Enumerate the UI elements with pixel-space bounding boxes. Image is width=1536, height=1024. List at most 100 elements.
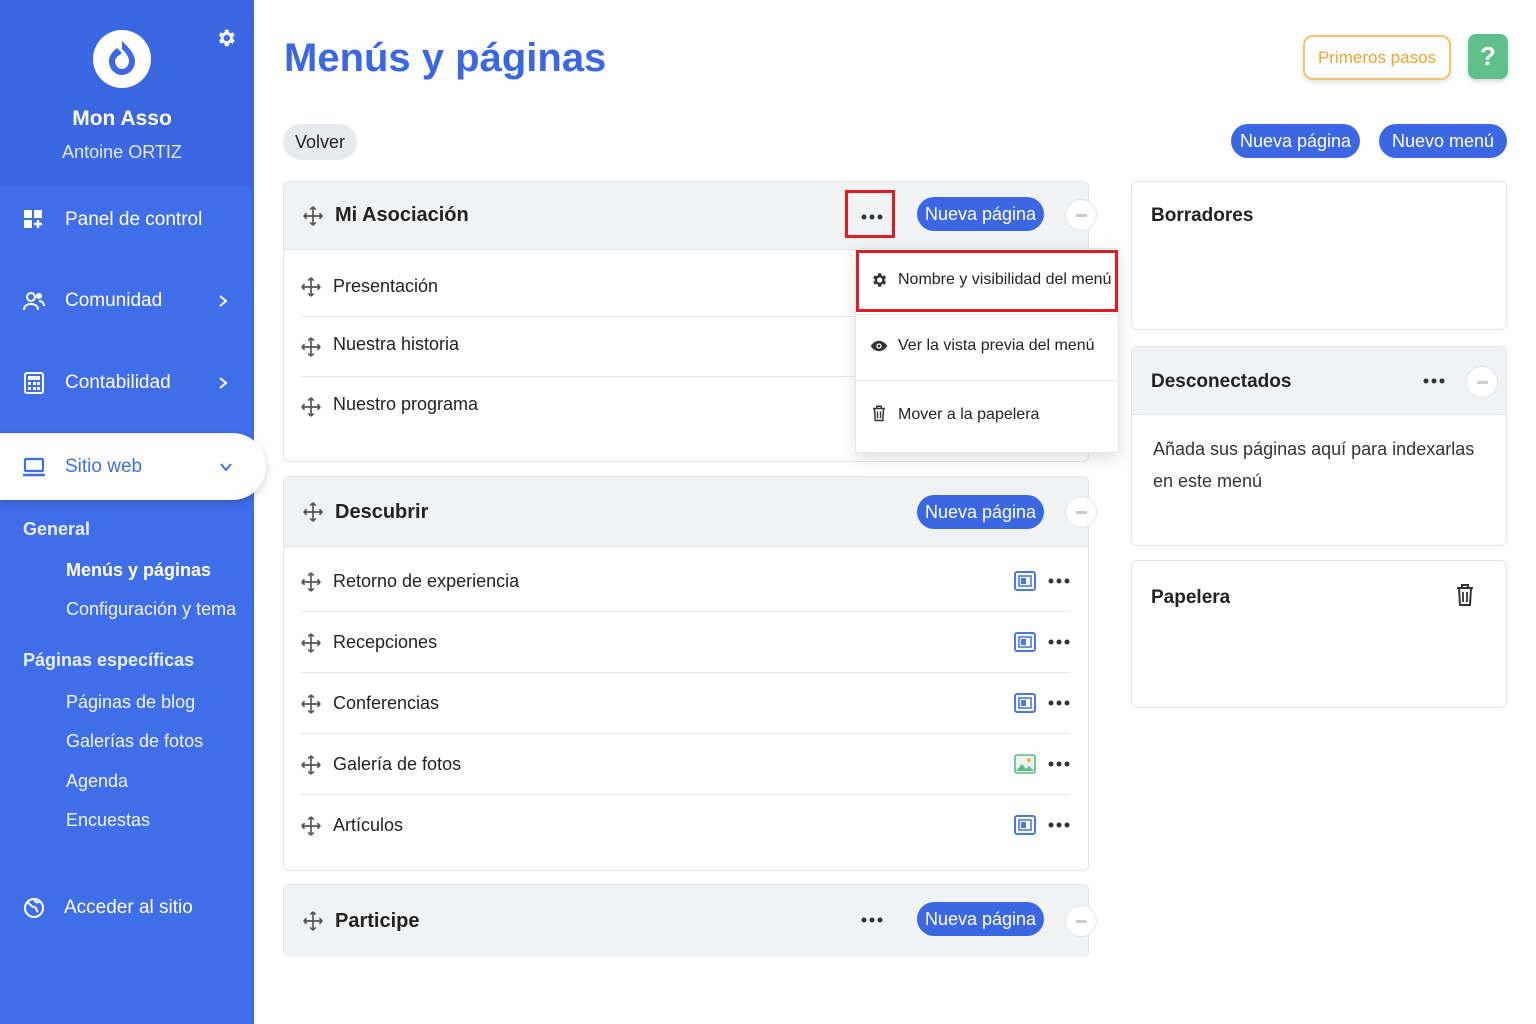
more-options-icon[interactable] (1046, 637, 1072, 647)
page-label: Conferencias (333, 693, 440, 713)
monitor-icon (23, 457, 45, 476)
collapse-panel-button[interactable] (1466, 366, 1498, 398)
page-label: Galería de fotos (333, 754, 462, 774)
trash-icon[interactable] (1455, 583, 1475, 607)
dashboard-icon (24, 210, 42, 228)
nav-label-accounting: Contabilidad (65, 372, 171, 393)
page-title: Menús y páginas (284, 36, 607, 80)
brand-logo-icon[interactable] (93, 30, 151, 88)
dropdown-label: Mover a la papelera (898, 406, 1040, 423)
drag-handle-icon[interactable] (300, 754, 322, 776)
page-layout-icon (1014, 815, 1036, 835)
menu-new-page-button[interactable]: Nueva página (917, 197, 1044, 231)
page-label: Artículos (333, 815, 404, 835)
disconnected-title: Desconectados (1151, 371, 1292, 392)
menu-card-header: Participe Nueva página (284, 885, 1097, 957)
drag-handle-icon[interactable] (300, 571, 322, 593)
submenu-item-config-theme[interactable]: Configuración y tema (66, 599, 236, 620)
nav-label-community: Comunidad (65, 290, 163, 311)
help-button[interactable]: ? (1468, 34, 1508, 79)
drag-handle-icon[interactable] (300, 815, 322, 837)
page-label: Recepciones (333, 632, 438, 652)
nav-item-access-site[interactable]: Acceder al sitio (0, 878, 254, 938)
menu-new-page-button[interactable]: Nueva página (917, 902, 1044, 936)
page-label: Presentación (333, 276, 439, 296)
nav-label-access-site: Acceder al sitio (64, 897, 193, 918)
drag-handle-icon[interactable] (302, 205, 324, 227)
trash-panel: Papelera (1131, 560, 1507, 708)
disconnected-header: Desconectados (1132, 347, 1506, 415)
nav-label-dashboard: Panel de control (65, 209, 203, 230)
nav-label-website: Sitio web (65, 455, 143, 477)
submenu-item-galleries[interactable]: Galerías de fotos (66, 731, 203, 752)
page-label: Nuestra historia (333, 334, 460, 354)
page-layout-icon (1014, 571, 1036, 591)
submenu-item-agenda[interactable]: Agenda (66, 771, 128, 792)
chevron-right-icon (219, 377, 228, 389)
collapse-menu-button[interactable] (1065, 199, 1097, 231)
drafts-title: Borradores (1151, 205, 1254, 226)
collapse-menu-button[interactable] (1065, 496, 1097, 528)
dropdown-label: Ver la vista previa del menú (898, 337, 1095, 354)
drag-handle-icon[interactable] (300, 276, 322, 298)
sidebar: Mon Asso Antoine ORTIZ Panel de control … (0, 0, 266, 1024)
dropdown-item-move-trash[interactable]: Mover a la papelera (856, 382, 1118, 448)
highlight-box-name-visibility (856, 250, 1118, 312)
more-options-icon[interactable] (1046, 759, 1072, 769)
calculator-icon (24, 372, 44, 394)
drag-handle-icon[interactable] (302, 910, 324, 932)
trash-icon (873, 405, 885, 422)
brand-block: Mon Asso Antoine ORTIZ (0, 0, 254, 187)
submenu-heading-specific: Páginas específicas (23, 650, 195, 670)
chevron-down-icon (220, 462, 232, 472)
drag-handle-icon[interactable] (300, 693, 322, 715)
menu-new-page-button[interactable]: Nueva página (917, 495, 1044, 529)
more-options-icon[interactable] (1421, 376, 1447, 386)
brand-user-name: Antoine ORTIZ (62, 142, 182, 162)
nav-item-website[interactable]: Sitio web (0, 433, 266, 500)
more-options-icon[interactable] (859, 915, 885, 925)
trash-title: Papelera (1151, 587, 1231, 608)
back-button[interactable]: Volver (283, 124, 357, 160)
menu-page-row[interactable]: Artículos (300, 796, 1070, 856)
menu-card-participe: Participe Nueva página (283, 884, 1097, 957)
settings-gear-icon[interactable] (215, 27, 237, 49)
menu-page-row[interactable]: Conferencias (300, 674, 1070, 734)
drafts-panel: Borradores (1131, 181, 1507, 330)
drag-handle-icon[interactable] (300, 396, 322, 418)
menu-page-row[interactable]: Retorno de experiencia (300, 552, 1070, 612)
submenu-item-surveys[interactable]: Encuestas (66, 810, 150, 831)
drag-handle-icon[interactable] (300, 632, 322, 654)
menu-title: Participe (335, 910, 420, 932)
menu-card-header: Mi Asociación Nueva página (284, 182, 1097, 250)
submenu-heading-general: General (23, 519, 91, 539)
menu-page-row[interactable]: Galería de fotos (300, 735, 1070, 795)
more-options-icon[interactable] (1046, 576, 1072, 586)
collapse-menu-button[interactable] (1065, 905, 1097, 937)
users-icon (23, 292, 45, 311)
menu-page-row[interactable]: Recepciones (300, 613, 1070, 673)
submenu-item-menus-pages[interactable]: Menús y páginas (66, 560, 211, 581)
submenu-item-blog[interactable]: Páginas de blog (66, 692, 195, 713)
more-options-icon[interactable] (1046, 698, 1072, 708)
page-layout-icon (1014, 632, 1036, 652)
nav-item-dashboard[interactable]: Panel de control (0, 190, 254, 250)
new-page-button[interactable]: Nueva página (1231, 124, 1360, 158)
photo-gallery-icon (1014, 754, 1036, 774)
globe-icon (24, 898, 44, 918)
page-label: Retorno de experiencia (333, 571, 520, 591)
menu-title: Descubrir (335, 501, 429, 523)
drag-handle-icon[interactable] (302, 501, 324, 523)
drag-handle-icon[interactable] (300, 336, 322, 358)
nav-item-community[interactable]: Comunidad (0, 271, 254, 331)
page-layout-icon (1014, 693, 1036, 713)
nav-item-accounting[interactable]: Contabilidad (0, 353, 254, 413)
dropdown-item-preview[interactable]: Ver la vista previa del menú (856, 315, 1118, 381)
menu-title: Mi Asociación (335, 204, 469, 226)
highlight-box-more-options (845, 190, 895, 238)
menu-card-descubrir: Descubrir Nueva página Retorno de experi… (283, 476, 1097, 871)
menu-card-header: Descubrir Nueva página (284, 477, 1097, 547)
more-options-icon[interactable] (1046, 820, 1072, 830)
new-menu-button[interactable]: Nuevo menú (1379, 124, 1507, 158)
first-steps-button[interactable]: Primeros pasos (1303, 35, 1451, 80)
